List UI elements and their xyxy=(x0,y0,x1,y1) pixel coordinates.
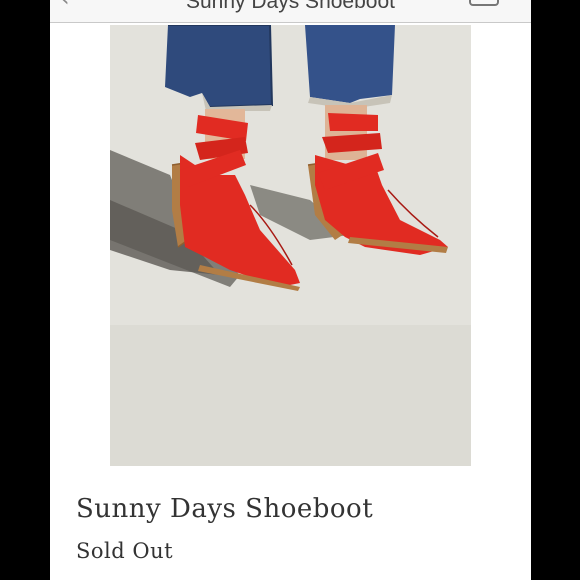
nav-bar: ‹ Sunny Days Shoeboot xyxy=(50,0,531,23)
shopping-bag-icon[interactable] xyxy=(469,0,499,6)
product-screen: ‹ Sunny Days Shoeboot xyxy=(50,0,531,580)
nav-title: Sunny Days Shoeboot xyxy=(186,0,395,13)
stock-status: Sold Out xyxy=(76,539,174,563)
product-image[interactable] xyxy=(110,25,471,466)
product-name: Sunny Days Shoeboot xyxy=(76,494,374,524)
